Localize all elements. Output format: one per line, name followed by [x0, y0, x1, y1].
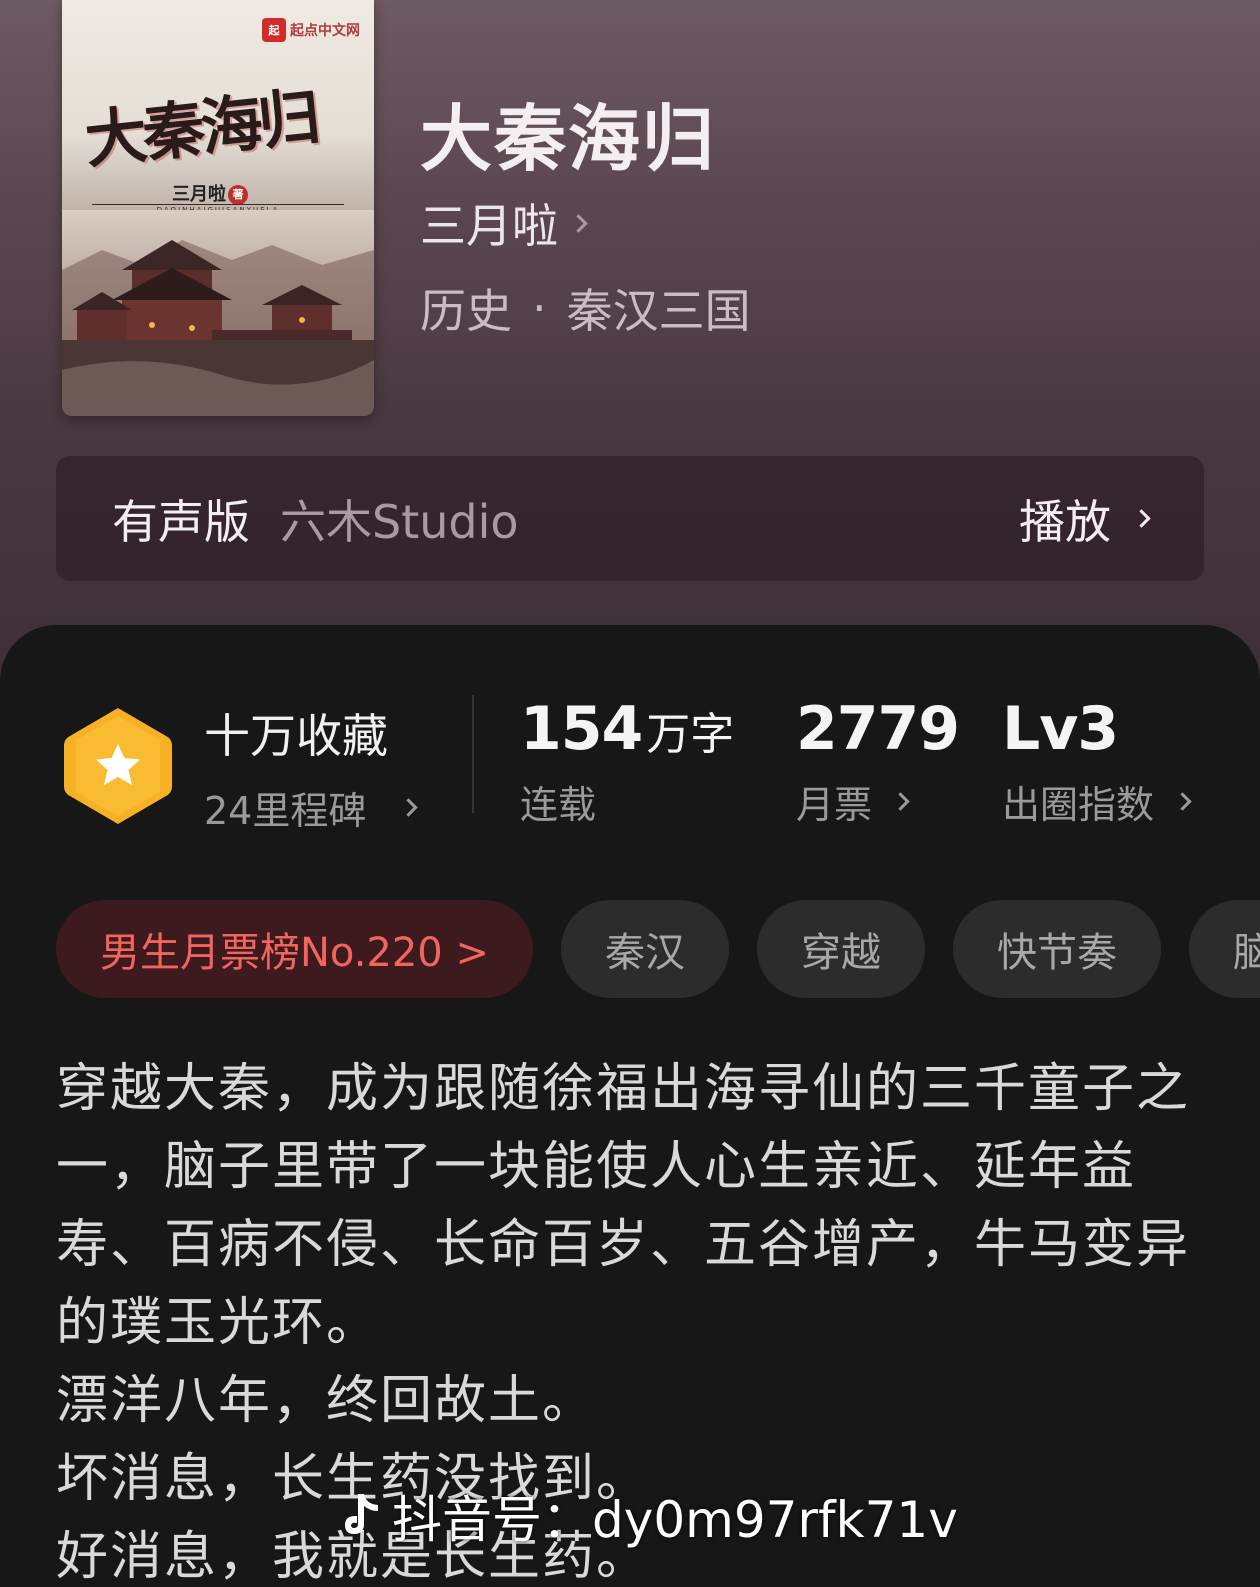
milestone-link[interactable]: 24里程碑 [204, 780, 419, 835]
stats-divider [472, 695, 474, 813]
popularity-label: 出圈指数 [1002, 783, 1155, 827]
serial-status: 连载 [520, 783, 597, 827]
publisher-name: 起点中文网 [290, 23, 360, 39]
genre-label: 历史 [420, 284, 512, 338]
audio-label: 有声版 [112, 494, 250, 549]
tag-qinhan[interactable]: 秦汉 [560, 900, 729, 998]
monthly-votes-label: 月票 [796, 783, 873, 827]
monthly-votes-stat[interactable]: 2779 月票 [796, 694, 960, 829]
monthly-votes-count: 2779 [796, 694, 960, 764]
cover-seal: 著 [228, 185, 248, 205]
description-line: 的璞玉光环。 [56, 1293, 381, 1353]
chevron-right-icon [399, 798, 419, 817]
word-count-stat: 154 万字 连载 [520, 694, 734, 829]
popularity-level: Lv3 [1002, 694, 1119, 764]
tag-fast-paced[interactable]: 快节奏 [952, 900, 1161, 998]
tag-partial[interactable]: 脑 [1188, 900, 1260, 998]
watermark-text: 抖音号：dy0m97rfk71v [392, 1491, 958, 1549]
cover-author-text: 三月啦 [172, 184, 226, 205]
book-category: 历史 · 秦汉三国 [420, 275, 751, 341]
audio-version-bar[interactable]: 有声版 六木Studio 播放 [56, 456, 1204, 581]
tag-row: 男生月票榜No.220 > 秦汉 穿越 快节奏 脑 [56, 900, 1260, 998]
cover-title-art: 大秦海归 [81, 80, 320, 177]
chevron-right-icon [891, 792, 910, 811]
chevron-right-icon [1173, 792, 1192, 811]
author-link[interactable]: 三月啦 [420, 190, 588, 256]
publisher-mark: 起 [262, 18, 286, 42]
publisher-logo: 起 起点中文网 [262, 18, 360, 42]
book-title: 大秦海归 [420, 97, 717, 181]
word-count: 154 [520, 694, 643, 764]
cover-palace-illustration [62, 210, 374, 416]
subgenre-label: 秦汉三国 [566, 284, 751, 338]
cover-author-art: 三月啦著 [172, 180, 248, 206]
word-count-unit: 万字 [646, 709, 735, 760]
author-name: 三月啦 [420, 199, 558, 253]
tag-time-travel[interactable]: 穿越 [756, 900, 925, 998]
rank-tag[interactable]: 男生月票榜No.220 > [56, 900, 533, 998]
description-line: 一，脑子里带了一块能使人心生亲近、延年益 [56, 1137, 1137, 1197]
milestone-label: 24里程碑 [204, 789, 367, 833]
play-button[interactable]: 播放 [1019, 486, 1151, 552]
audio-studio: 六木Studio [280, 494, 519, 549]
star-badge-icon [64, 708, 172, 824]
category-separator: · [532, 281, 547, 335]
collect-count: 十万收藏 [204, 709, 388, 763]
douyin-icon [345, 1494, 378, 1534]
description-line: 穿越大秦，成为跟随徐福出海寻仙的三千童子之 [56, 1059, 1191, 1119]
douyin-watermark: 抖音号：dy0m97rfk71v [338, 1480, 958, 1552]
collect-stat[interactable]: 十万收藏 24里程碑 [204, 700, 419, 835]
chevron-right-icon [569, 213, 588, 233]
popularity-index-stat[interactable]: Lv3 出圈指数 [1002, 694, 1192, 829]
play-label: 播放 [1019, 494, 1111, 549]
chevron-right-icon [1132, 509, 1151, 528]
book-cover[interactable]: 起 起点中文网 大秦海归 三月啦著 DAQINHAIGUISANYUELA [62, 0, 374, 416]
description-line: 漂洋八年，终回故土。 [56, 1371, 597, 1431]
description-line: 寿、百病不侵、长命百岁、五谷增产，牛马变异 [56, 1215, 1191, 1275]
